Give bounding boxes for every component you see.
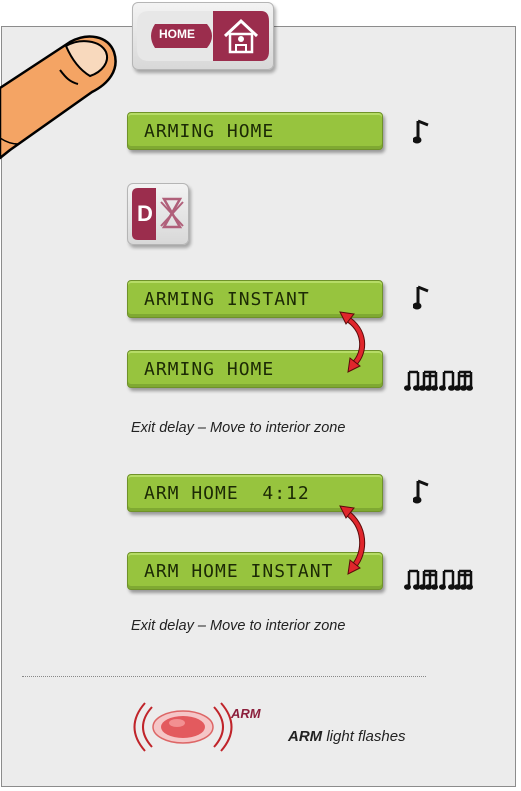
instant-key-label: D bbox=[137, 201, 153, 226]
lcd-text: ARMING HOME bbox=[144, 359, 275, 380]
lcd-display-arming-home: ARMING HOME bbox=[127, 112, 383, 150]
house-icon bbox=[223, 18, 259, 54]
lcd-text: ARM HOME INSTANT bbox=[144, 561, 334, 582]
single-note-icon bbox=[413, 479, 429, 504]
single-note-icon bbox=[413, 119, 429, 144]
home-key-label: HOME bbox=[159, 27, 195, 41]
instant-key[interactable]: D bbox=[127, 183, 189, 245]
double-curved-arrow-icon bbox=[339, 311, 366, 373]
double-curved-arrow-icon bbox=[339, 505, 366, 575]
lcd-text: ARMING INSTANT bbox=[144, 289, 310, 310]
section-divider bbox=[22, 676, 426, 677]
lcd-text: ARM HOME 4:12 bbox=[144, 483, 310, 504]
no-delay-hourglass-icon bbox=[160, 197, 184, 229]
finger-illustration bbox=[0, 35, 117, 160]
arm-caption-text: light flashes bbox=[322, 728, 406, 745]
lcd-text: ARMING HOME bbox=[144, 121, 275, 142]
beamed-notes-icon bbox=[404, 569, 473, 590]
single-note-icon bbox=[413, 285, 429, 310]
beamed-notes-icon bbox=[404, 370, 473, 391]
exit-delay-caption: Exit delay – Move to interior zone bbox=[131, 420, 346, 436]
arm-light-label: ARM bbox=[231, 706, 261, 721]
arm-caption-bold: ARM bbox=[288, 728, 323, 745]
arm-light-caption: ARM light flashes bbox=[288, 728, 406, 745]
home-key[interactable]: HOME bbox=[132, 2, 274, 70]
exit-delay-caption: Exit delay – Move to interior zone bbox=[131, 618, 346, 634]
